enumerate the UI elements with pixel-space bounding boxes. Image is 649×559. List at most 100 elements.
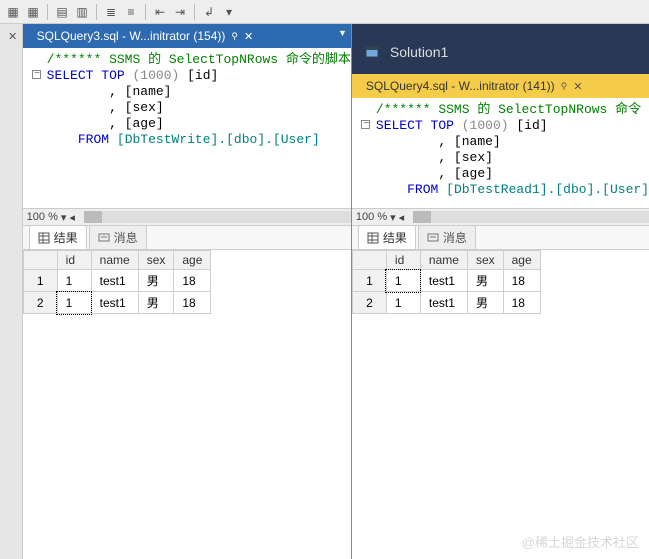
toolbar-btn-7[interactable]: ⇤ <box>151 3 169 21</box>
cell[interactable]: 18 <box>503 292 540 314</box>
main-toolbar: ▦ ▦ ▤ ▥ ≣ ≡ ⇤ ⇥ ↲ ▾ <box>0 0 649 24</box>
toolbar-btn-4[interactable]: ▥ <box>73 3 91 21</box>
corner-cell <box>352 251 386 270</box>
table-row[interactable]: 2 1 test1 男 18 <box>352 292 540 314</box>
toolbar-sep <box>47 4 48 20</box>
kw-from: FROM <box>78 132 109 147</box>
zoom-value[interactable]: 100 % <box>27 211 58 223</box>
left-tab[interactable]: SQLQuery3.sql - W...initrator (154)) ⚲ ✕ <box>29 26 262 46</box>
tab-results[interactable]: 结果 <box>358 225 416 249</box>
toolbar-btn-2[interactable]: ▦ <box>24 3 42 21</box>
tab-messages[interactable]: 消息 <box>89 225 147 249</box>
cell-selected[interactable]: 1 <box>57 292 91 314</box>
cell[interactable]: 18 <box>503 270 540 292</box>
cell[interactable]: test1 <box>420 270 467 292</box>
messages-label: 消息 <box>114 229 138 246</box>
toolbar-btn-1[interactable]: ▦ <box>4 3 22 21</box>
grid-icon <box>38 232 50 244</box>
cell-selected[interactable]: 1 <box>386 270 420 292</box>
toolbar-btn-9[interactable]: ↲ <box>200 3 218 21</box>
zoom-dropdown-icon[interactable]: ▾ <box>61 211 67 224</box>
cell[interactable]: 18 <box>174 292 211 314</box>
toolbar-btn-6[interactable]: ≡ <box>122 3 140 21</box>
right-editor[interactable]: /****** SSMS 的 SelectTopNRows 命令 SELECT … <box>352 98 649 208</box>
cell[interactable]: test1 <box>91 270 138 292</box>
left-pane: SQLQuery3.sql - W...initrator (154)) ⚲ ✕… <box>23 24 352 559</box>
close-icon[interactable]: ✕ <box>244 30 253 43</box>
right-tab[interactable]: SQLQuery4.sql - W...initrator (141)) ⚲ ✕ <box>358 76 606 96</box>
cell[interactable]: 18 <box>174 270 211 292</box>
right-tab-title: SQLQuery4.sql - W...initrator (141)) <box>366 79 555 93</box>
col-header[interactable]: age <box>503 251 540 270</box>
toolbar-btn-10[interactable]: ▾ <box>220 3 238 21</box>
col-header[interactable]: id <box>386 251 420 270</box>
left-results-tabs: 结果 消息 <box>23 226 351 250</box>
solution-label: Solution1 <box>390 44 448 60</box>
sql-comment: /****** SSMS 的 SelectTopNRows 命令的脚本 <box>47 52 351 67</box>
col-sex: , [sex] <box>438 150 493 165</box>
toolbar-btn-5[interactable]: ≣ <box>102 3 120 21</box>
pin-icon[interactable]: ⚲ <box>561 81 568 92</box>
right-grid: id name sex age 1 1 test1 男 18 2 1 <box>352 250 649 559</box>
row-num: 2 <box>352 292 386 314</box>
tab-results[interactable]: 结果 <box>29 225 87 249</box>
topnum: (1000) <box>133 68 180 83</box>
zoom-value[interactable]: 100 % <box>356 211 387 223</box>
h-scrollbar[interactable] <box>84 211 351 223</box>
solution-icon <box>364 44 380 60</box>
col-name: , [name] <box>109 84 171 99</box>
col-header[interactable]: name <box>91 251 138 270</box>
col-header[interactable]: name <box>420 251 467 270</box>
toolbar-btn-3[interactable]: ▤ <box>53 3 71 21</box>
cell[interactable]: 男 <box>138 270 174 292</box>
left-tab-title: SQLQuery3.sql - W...initrator (154)) <box>37 29 226 43</box>
cell[interactable]: 1 <box>57 270 91 292</box>
cell[interactable]: 男 <box>467 270 503 292</box>
kw-from: FROM <box>407 182 438 197</box>
col-header[interactable]: age <box>174 251 211 270</box>
tab-dropdown-icon[interactable]: ▼ <box>338 28 347 38</box>
cell[interactable]: test1 <box>420 292 467 314</box>
fold-icon[interactable] <box>361 120 370 129</box>
col-age: , [age] <box>109 116 164 131</box>
col-id: [id] <box>516 118 547 133</box>
tab-messages[interactable]: 消息 <box>418 225 476 249</box>
topnum: (1000) <box>462 118 509 133</box>
scroll-left-icon[interactable]: ◂ <box>69 211 75 224</box>
results-label: 结果 <box>383 229 407 246</box>
zoom-dropdown-icon[interactable]: ▾ <box>390 211 396 224</box>
kw-top: TOP <box>101 68 124 83</box>
left-grid: id name sex age 1 1 test1 男 18 2 1 test1… <box>23 250 351 559</box>
from-obj: [DbTestWrite].[dbo].[User] <box>117 132 320 147</box>
scroll-left-icon[interactable]: ◂ <box>399 211 405 224</box>
table-row[interactable]: 2 1 test1 男 18 <box>23 292 211 314</box>
right-pane: Solution1 SQLQuery4.sql - W...initrator … <box>352 24 649 559</box>
col-header[interactable]: sex <box>138 251 174 270</box>
table-row[interactable]: 1 1 test1 男 18 <box>352 270 540 292</box>
results-table[interactable]: id name sex age 1 1 test1 男 18 2 1 <box>352 250 541 314</box>
row-num: 1 <box>23 270 57 292</box>
from-obj: [DbTestRead1].[dbo].[User] <box>446 182 649 197</box>
pin-icon[interactable]: ⚲ <box>231 31 238 42</box>
col-header[interactable]: sex <box>467 251 503 270</box>
fold-icon[interactable] <box>32 70 41 79</box>
close-icon[interactable]: ✕ <box>573 80 582 93</box>
messages-label: 消息 <box>443 229 467 246</box>
gutter-close-icon[interactable]: ✕ <box>8 30 17 43</box>
cell[interactable]: 男 <box>467 292 503 314</box>
results-table[interactable]: id name sex age 1 1 test1 男 18 2 1 test1… <box>23 250 212 314</box>
toolbar-btn-8[interactable]: ⇥ <box>171 3 189 21</box>
h-scrollbar[interactable] <box>413 211 649 223</box>
corner-cell <box>23 251 57 270</box>
col-header[interactable]: id <box>57 251 91 270</box>
left-gutter: ✕ <box>0 24 23 559</box>
table-row[interactable]: 1 1 test1 男 18 <box>23 270 211 292</box>
cell[interactable]: test1 <box>91 292 138 314</box>
right-zoom-row: 100 % ▾ ◂ <box>352 208 649 226</box>
left-editor[interactable]: /****** SSMS 的 SelectTopNRows 命令的脚本 SELE… <box>23 48 351 208</box>
cell[interactable]: 1 <box>386 292 420 314</box>
right-tabbar: SQLQuery4.sql - W...initrator (141)) ⚲ ✕ <box>352 74 649 98</box>
cell[interactable]: 男 <box>138 292 174 314</box>
toolbar-sep <box>145 4 146 20</box>
message-icon <box>98 232 110 244</box>
